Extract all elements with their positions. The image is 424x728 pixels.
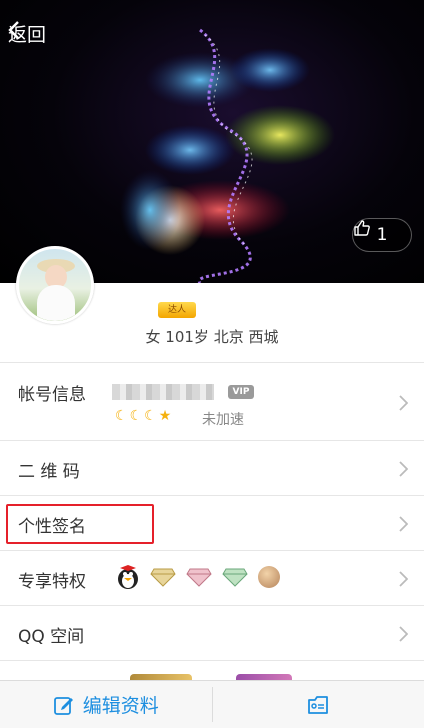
penguin-icon	[118, 565, 138, 589]
profile-info: 女 101岁 北京 西城	[145, 328, 279, 346]
diamond-green-icon	[222, 568, 248, 587]
edit-profile-label: 编辑资料	[82, 695, 159, 717]
vip-badge: VIP	[228, 385, 254, 399]
moon-icon: ☾	[144, 408, 157, 424]
qzone-row[interactable]: QQ 空间	[0, 605, 424, 660]
account-info-label: 帐号信息	[18, 385, 86, 405]
account-info-row[interactable]: 帐号信息 VIP ☾ ☾ ☾ ★ 未加速	[0, 362, 424, 440]
speed-status: 未加速	[202, 412, 244, 428]
qr-code-label: 二 维 码	[18, 462, 80, 482]
like-count: 1	[376, 225, 388, 245]
privilege-icons	[116, 564, 280, 590]
card-button[interactable]	[213, 681, 424, 728]
diamond-gold-icon	[150, 568, 176, 587]
highlight-box	[6, 504, 154, 544]
privilege-label: 专享特权	[18, 572, 86, 592]
expert-badge[interactable]: 达人	[158, 302, 196, 318]
chevron-right-icon	[399, 461, 408, 477]
edit-icon	[53, 696, 73, 715]
level-icons: ☾ ☾ ☾ ★	[115, 408, 171, 424]
qzone-label: QQ 空间	[18, 627, 85, 647]
privilege-row[interactable]: 专享特权	[0, 550, 424, 605]
avatar[interactable]	[16, 246, 94, 324]
back-button[interactable]: 返回	[8, 20, 46, 47]
chevron-right-icon	[399, 571, 408, 587]
chevron-right-icon	[399, 516, 408, 532]
edit-profile-button[interactable]: 编辑资料	[0, 681, 212, 728]
blurred-qq-number	[112, 384, 214, 400]
star-icon: ★	[158, 408, 172, 424]
like-button[interactable]: 1	[352, 218, 412, 252]
chevron-right-icon	[399, 626, 408, 642]
moon-icon: ☾	[115, 408, 128, 424]
qr-code-row[interactable]: 二 维 码	[0, 440, 424, 495]
moon-icon: ☾	[129, 408, 143, 424]
extra-row	[0, 660, 424, 680]
card-icon	[308, 695, 329, 714]
chevron-right-icon	[399, 395, 408, 411]
chevron-left-icon	[8, 21, 19, 39]
cover-image[interactable]: 返回 1	[0, 0, 424, 283]
bottom-bar: 编辑资料	[0, 680, 424, 728]
thumbs-up-icon	[354, 220, 370, 236]
medal-icon	[258, 566, 280, 588]
diamond-pink-icon	[186, 568, 212, 587]
